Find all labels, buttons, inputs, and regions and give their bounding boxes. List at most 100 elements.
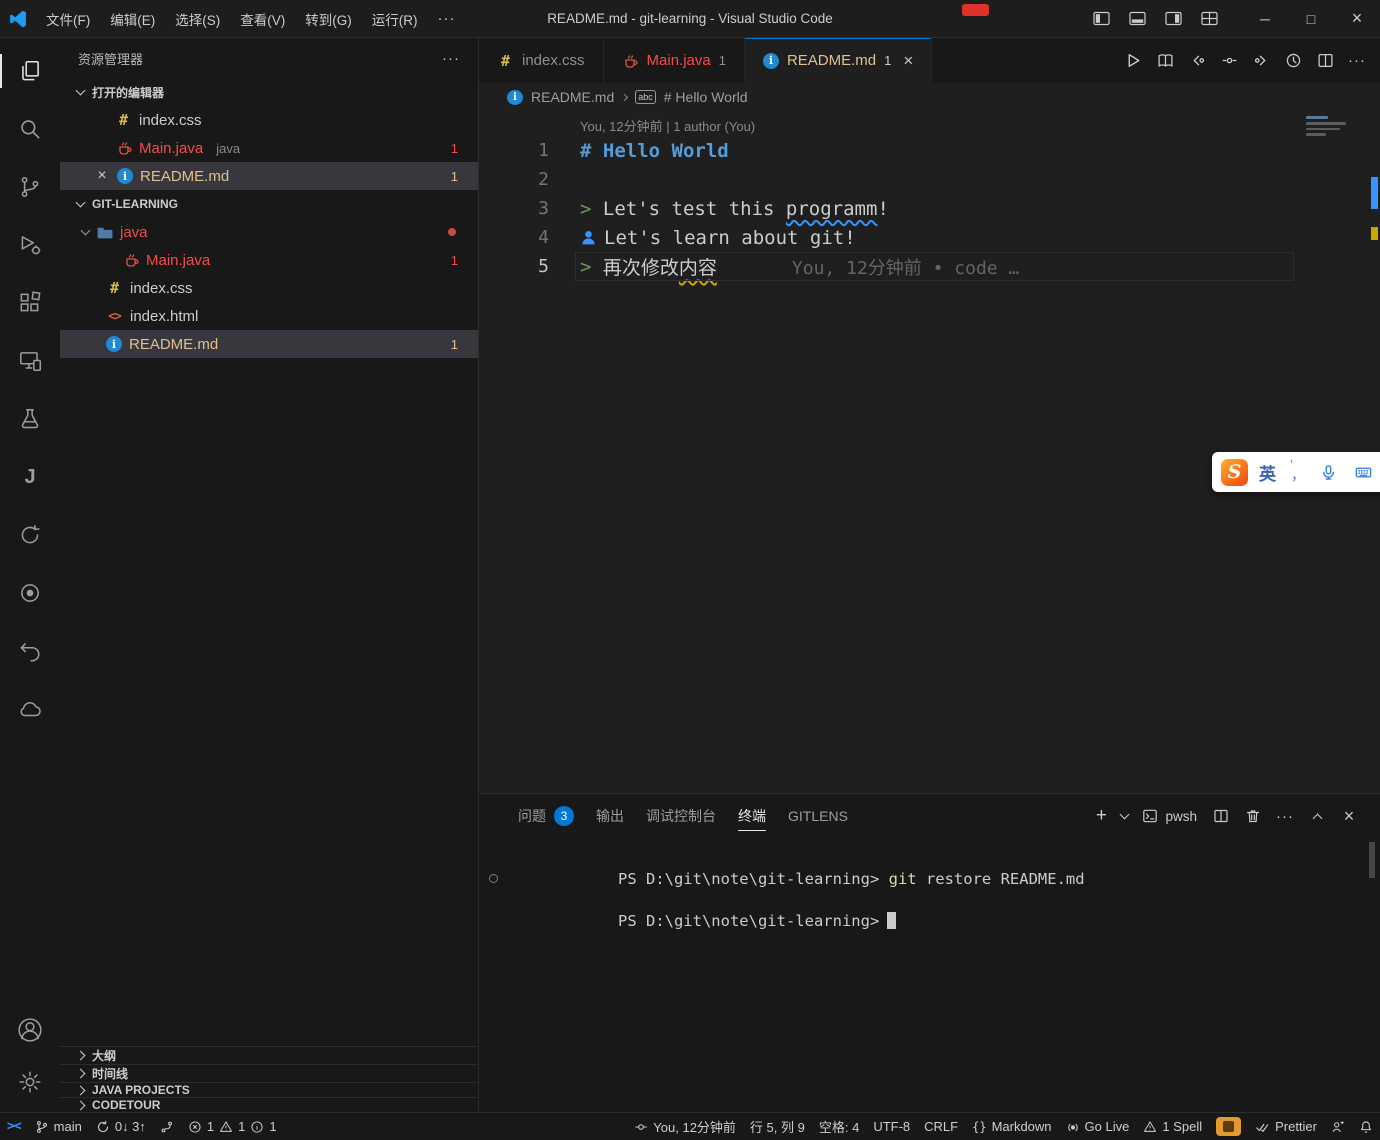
terminal[interactable]: PS D:\git\note\git-learning> git restore… bbox=[479, 838, 1380, 1112]
open-editor-item-main-java[interactable]: Main.java java 1 bbox=[60, 134, 478, 162]
sync-item[interactable]: 0↓ 3↑ bbox=[89, 1113, 153, 1140]
tree-item-index-html[interactable]: <> index.html bbox=[60, 302, 478, 330]
tab-terminal[interactable]: 终端 bbox=[727, 794, 777, 838]
customize-layout-button[interactable] bbox=[1193, 4, 1226, 33]
terminal-scrollbar[interactable] bbox=[1369, 842, 1375, 878]
tree-item-java-folder[interactable]: java bbox=[60, 218, 478, 246]
account-icon[interactable] bbox=[0, 1004, 60, 1056]
tree-item-main-java[interactable]: Main.java 1 bbox=[60, 246, 478, 274]
activity-testing-icon[interactable] bbox=[0, 390, 60, 448]
activity-run-debug-icon[interactable] bbox=[0, 216, 60, 274]
code-line[interactable]: 2 bbox=[479, 165, 1380, 194]
code-line[interactable]: 3 > Let's test this programm ! bbox=[479, 194, 1380, 223]
activity-undo-arrow-icon[interactable] bbox=[0, 622, 60, 680]
open-editors-header[interactable]: 打开的编辑器 bbox=[60, 78, 478, 106]
activity-cloud-icon[interactable] bbox=[0, 680, 60, 738]
tab-main-java[interactable]: Main.java 1 bbox=[604, 38, 745, 83]
section-timeline[interactable]: 时间线 bbox=[60, 1064, 478, 1082]
split-editor-button[interactable] bbox=[1310, 46, 1340, 76]
settings-gear-icon[interactable] bbox=[0, 1056, 60, 1108]
section-outline[interactable]: 大纲 bbox=[60, 1046, 478, 1064]
minimize-button[interactable]: ─ bbox=[1242, 0, 1288, 37]
toggle-secondary-sidebar-button[interactable] bbox=[1157, 4, 1190, 33]
extension-status-badge[interactable] bbox=[1209, 1113, 1248, 1140]
problems-item[interactable]: 1 1 1 bbox=[181, 1113, 284, 1140]
language-mode-item[interactable]: {} Markdown bbox=[965, 1113, 1058, 1140]
open-preview-button[interactable] bbox=[1150, 46, 1180, 76]
ime-punctuation-toggle[interactable]: ’ ， bbox=[1287, 461, 1305, 483]
ime-keyboard-icon[interactable] bbox=[1351, 460, 1375, 484]
notifications-item[interactable] bbox=[1352, 1113, 1380, 1140]
minimap[interactable] bbox=[1306, 116, 1352, 136]
ime-microphone-icon[interactable] bbox=[1316, 460, 1340, 484]
terminal-profile[interactable]: pwsh bbox=[1135, 808, 1204, 824]
activity-extensions-icon[interactable] bbox=[0, 274, 60, 332]
tab-readme-md[interactable]: i README.md 1 × bbox=[745, 38, 932, 83]
activity-source-control-icon[interactable] bbox=[0, 158, 60, 216]
ime-language-toggle[interactable]: 英 bbox=[1259, 460, 1276, 485]
breadcrumb-symbol[interactable]: # Hello World bbox=[664, 89, 748, 105]
new-terminal-button[interactable]: + bbox=[1089, 801, 1113, 831]
code-line[interactable]: 1 # Hello World bbox=[479, 136, 1380, 165]
tab-gitlens[interactable]: GITLENS bbox=[777, 794, 859, 838]
toggle-panel-button[interactable] bbox=[1121, 4, 1154, 33]
close-panel-button[interactable]: × bbox=[1334, 801, 1364, 831]
sogou-logo-icon[interactable]: S bbox=[1221, 459, 1248, 486]
activity-circular-arrow-icon[interactable] bbox=[0, 506, 60, 564]
tab-problems[interactable]: 问题 3 bbox=[507, 794, 585, 838]
command-decoration-icon[interactable] bbox=[489, 874, 498, 883]
panel-more-actions-button[interactable]: ··· bbox=[1270, 801, 1300, 831]
project-section-header[interactable]: GIT-LEARNING bbox=[60, 190, 478, 218]
source-control-graph-item[interactable] bbox=[153, 1113, 181, 1140]
next-change-button[interactable] bbox=[1246, 46, 1276, 76]
maximize-button[interactable]: □ bbox=[1288, 0, 1334, 37]
menu-more[interactable]: ··· bbox=[428, 0, 466, 37]
codelens-authors[interactable]: You, 12分钟前 | 1 author (You) bbox=[580, 116, 1380, 134]
maximize-panel-button[interactable] bbox=[1302, 801, 1332, 831]
tree-item-readme-md[interactable]: i README.md 1 bbox=[60, 330, 478, 358]
file-history-button[interactable] bbox=[1278, 46, 1308, 76]
kill-terminal-trash-button[interactable] bbox=[1238, 801, 1268, 831]
menu-file[interactable]: 文件(F) bbox=[36, 0, 100, 37]
open-editor-item-index-css[interactable]: # index.css bbox=[60, 106, 478, 134]
window-close-button[interactable]: × bbox=[1334, 0, 1380, 37]
tab-output[interactable]: 输出 bbox=[585, 794, 635, 838]
activity-target-icon[interactable] bbox=[0, 564, 60, 622]
run-button[interactable] bbox=[1118, 46, 1148, 76]
menu-run[interactable]: 运行(R) bbox=[362, 0, 428, 37]
prettier-item[interactable]: Prettier bbox=[1248, 1113, 1324, 1140]
terminal-dropdown-button[interactable] bbox=[1115, 801, 1133, 831]
open-editor-item-readme-md[interactable]: × i README.md 1 bbox=[60, 162, 478, 190]
feedback-item[interactable] bbox=[1324, 1113, 1352, 1140]
menu-selection[interactable]: 选择(S) bbox=[165, 0, 230, 37]
gitlens-blame-item[interactable]: You, 12分钟前 bbox=[627, 1113, 743, 1140]
cursor-position-item[interactable]: 行 5, 列 9 bbox=[743, 1113, 812, 1140]
go-live-item[interactable]: Go Live bbox=[1059, 1113, 1137, 1140]
tab-index-css[interactable]: # index.css bbox=[479, 38, 604, 83]
indentation-item[interactable]: 空格: 4 bbox=[812, 1113, 866, 1140]
code-line[interactable]: 4 Let's learn about git! bbox=[479, 223, 1380, 252]
activity-java-icon[interactable]: J bbox=[0, 448, 60, 506]
section-codetour[interactable]: CODETOUR bbox=[60, 1097, 478, 1112]
more-actions-button[interactable]: ··· bbox=[1342, 46, 1372, 76]
encoding-item[interactable]: UTF-8 bbox=[866, 1113, 917, 1140]
previous-change-button[interactable] bbox=[1182, 46, 1212, 76]
menu-goto[interactable]: 转到(G) bbox=[295, 0, 362, 37]
tree-item-index-css[interactable]: # index.css bbox=[60, 274, 478, 302]
spell-checker-item[interactable]: 1 Spell bbox=[1136, 1113, 1209, 1140]
close-editor-icon[interactable]: × bbox=[94, 167, 110, 185]
close-tab-icon[interactable]: × bbox=[903, 51, 913, 71]
menu-edit[interactable]: 编辑(E) bbox=[100, 0, 165, 37]
activity-remote-explorer-icon[interactable] bbox=[0, 332, 60, 390]
activity-explorer-icon[interactable] bbox=[0, 42, 60, 100]
split-terminal-button[interactable] bbox=[1206, 801, 1236, 831]
open-changes-button[interactable] bbox=[1214, 46, 1244, 76]
toggle-sidebar-button[interactable] bbox=[1085, 4, 1118, 33]
branch-item[interactable]: main bbox=[28, 1113, 89, 1140]
explorer-more-actions-button[interactable]: ··· bbox=[442, 50, 460, 67]
code-line-current[interactable]: 5 > 再次修改 内容 You, 12分钟前 • code … bbox=[479, 252, 1380, 281]
remote-indicator[interactable]: >< bbox=[0, 1113, 28, 1140]
section-java-projects[interactable]: JAVA PROJECTS bbox=[60, 1082, 478, 1097]
eol-item[interactable]: CRLF bbox=[917, 1113, 965, 1140]
tab-debug-console[interactable]: 调试控制台 bbox=[635, 794, 727, 838]
